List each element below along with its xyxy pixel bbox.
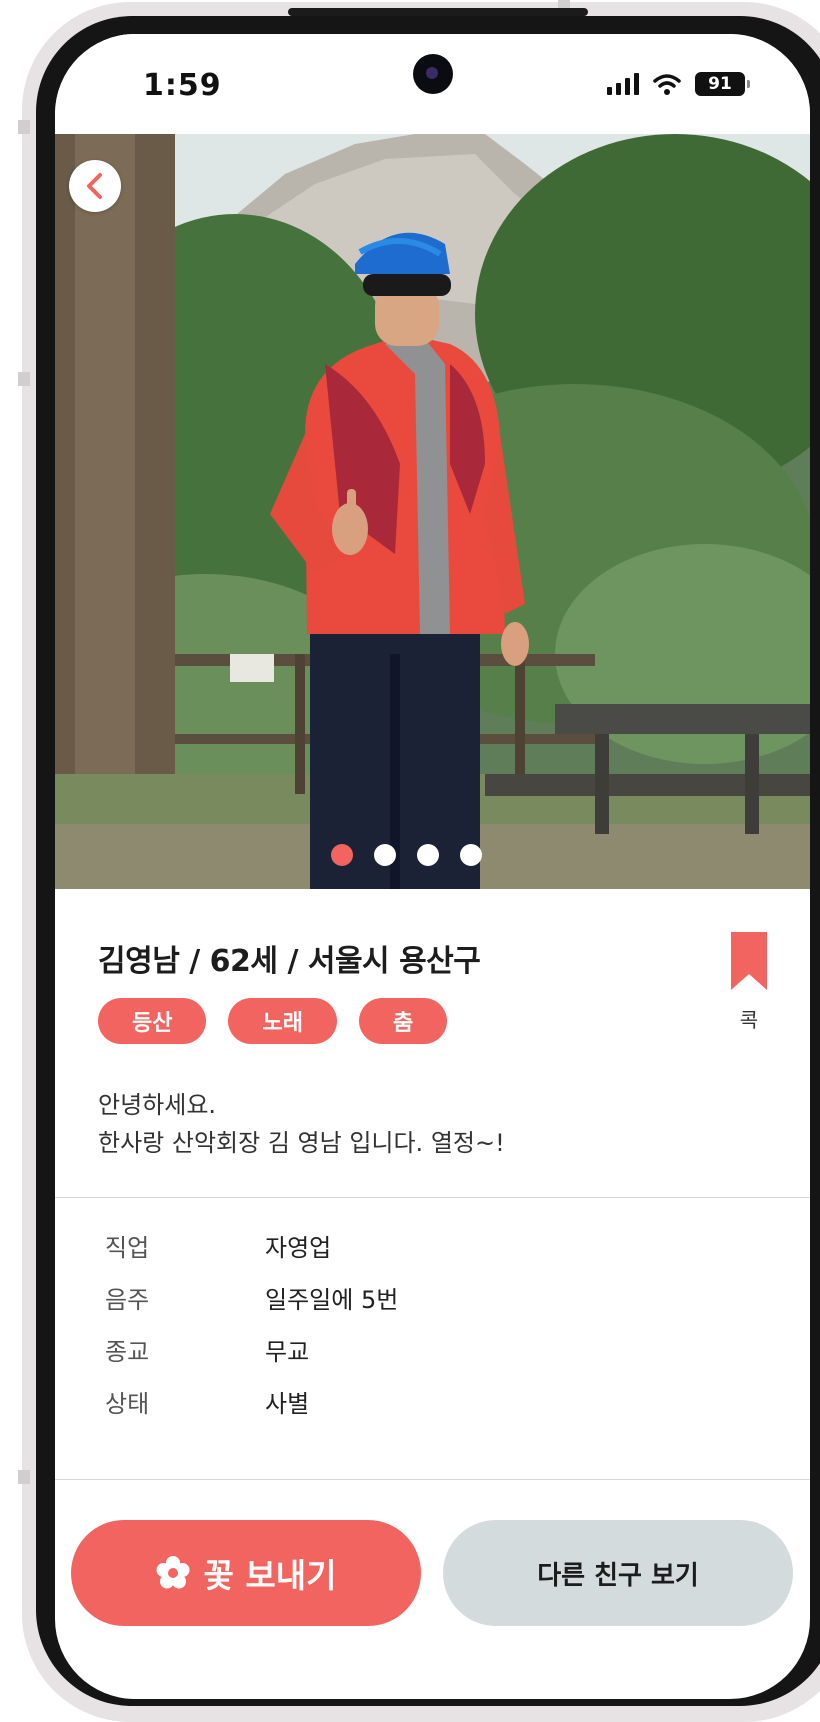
detail-label: 직업	[105, 1233, 150, 1262]
detail-row-status: 상태 사별	[105, 1375, 398, 1427]
detail-value: 일주일에 5번	[265, 1285, 399, 1314]
back-chevron-icon	[87, 173, 102, 199]
status-time: 1:59	[143, 68, 222, 103]
pagination-dot-1[interactable]	[331, 844, 353, 866]
side-button-top	[18, 120, 30, 134]
detail-label: 상태	[105, 1389, 150, 1418]
photo-pagination	[331, 844, 482, 866]
interest-tags: 등산 노래 춤	[98, 998, 448, 1044]
front-camera	[413, 54, 453, 94]
detail-value: 사별	[265, 1389, 310, 1418]
profile-details: 직업 자영업 음주 일주일에 5번 종교 무교 상태 사별	[105, 1219, 398, 1427]
speaker-slot	[288, 8, 588, 16]
detail-value: 자영업	[265, 1233, 332, 1262]
profile-photo[interactable]	[55, 134, 810, 889]
battery-icon: 91	[695, 72, 750, 96]
side-button-low	[18, 1470, 30, 1484]
tag-singing: 노래	[228, 998, 337, 1044]
pagination-dot-2[interactable]	[374, 844, 396, 866]
detail-label: 음주	[105, 1285, 150, 1314]
bookmark-icon	[731, 932, 767, 990]
detail-value: 무교	[265, 1337, 310, 1366]
pagination-dot-3[interactable]	[417, 844, 439, 866]
intro-line-2: 한사랑 산악회장 김 영남 입니다. 열정~!	[98, 1129, 505, 1157]
pagination-dot-4[interactable]	[460, 844, 482, 866]
detail-row-job: 직업 자영업	[105, 1219, 398, 1271]
profile-title: 김영남 / 62세 / 서울시 용산구	[98, 944, 481, 979]
bookmark-label: 콕	[739, 1008, 759, 1032]
detail-row-religion: 종교 무교	[105, 1323, 398, 1375]
screen: 1:59 91 김영남 / 62세 / 서울시 용산구 콕 등산 노래 춤 안녕…	[55, 34, 810, 1699]
other-friend-label: 다른 친구 보기	[537, 1560, 699, 1591]
status-icons: 91	[607, 72, 750, 96]
send-flower-button[interactable]: 꽃 보내기	[71, 1520, 421, 1626]
divider-top	[55, 1197, 810, 1198]
side-button-mid	[18, 372, 30, 386]
send-flower-label: 꽃 보내기	[203, 1556, 337, 1595]
divider-bottom	[55, 1479, 810, 1480]
intro-line-1: 안녕하세요.	[98, 1091, 217, 1119]
detail-label: 종교	[105, 1337, 150, 1366]
other-friend-button[interactable]: 다른 친구 보기	[443, 1520, 793, 1626]
intro-text: 안녕하세요. 한사랑 산악회장 김 영남 입니다. 열정~!	[98, 1086, 505, 1162]
tag-hiking: 등산	[98, 998, 207, 1044]
tag-dance: 춤	[358, 998, 448, 1044]
status-bar: 1:59 91	[55, 34, 810, 134]
bookmark-button[interactable]: 콕	[729, 932, 769, 1032]
wifi-icon	[653, 74, 681, 95]
flower-icon	[156, 1556, 190, 1589]
battery-level: 91	[708, 74, 732, 94]
back-button[interactable]	[69, 160, 121, 212]
hiker-portrait-image	[55, 134, 810, 889]
detail-row-drinking: 음주 일주일에 5번	[105, 1271, 398, 1323]
signal-icon	[607, 73, 639, 95]
